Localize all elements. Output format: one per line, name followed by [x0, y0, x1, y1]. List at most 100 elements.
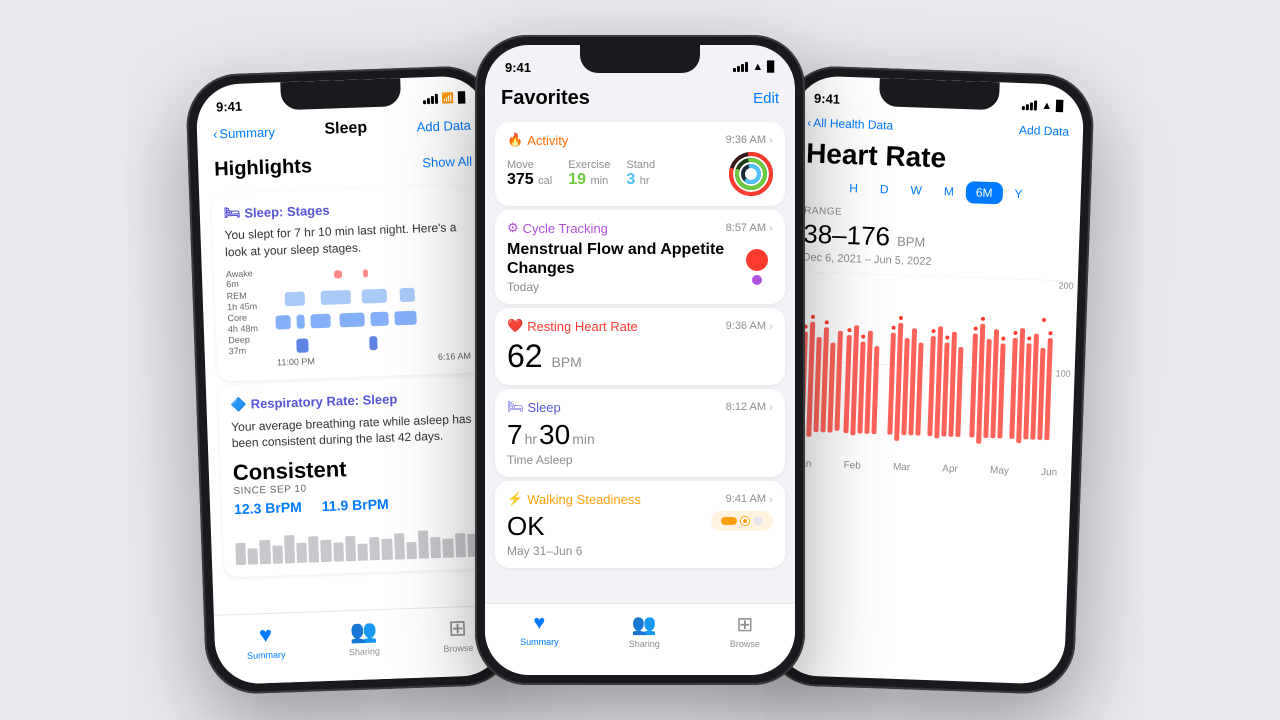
resp-bar	[284, 535, 295, 563]
add-data-button-left[interactable]: Add Data	[416, 117, 471, 134]
resp-bar	[443, 539, 454, 558]
tab-label-browse-left: Browse	[443, 643, 473, 654]
respiratory-chart	[235, 517, 478, 565]
health-scroll: 🔥 Activity 9:36 AM › Move 375 cal	[485, 118, 795, 652]
tab-sharing-center[interactable]: 👥 Sharing	[629, 612, 660, 649]
heart-rate-chart	[796, 271, 1064, 460]
activity-card[interactable]: 🔥 Activity 9:36 AM › Move 375 cal	[495, 122, 785, 206]
status-icons-center: ▲ ▉	[733, 61, 775, 73]
walking-text: OK May 31–Jun 6	[507, 511, 582, 558]
cycle-indicator	[741, 247, 773, 287]
exercise-stat: Exercise 19 min	[568, 159, 610, 189]
resp-bar	[382, 539, 393, 560]
sleep-duration: 7 hr 30 min	[507, 419, 773, 451]
tab-summary-center[interactable]: ♥ Summary	[520, 612, 559, 647]
walking-track-right	[753, 517, 763, 525]
stand-value: 3 hr	[626, 171, 655, 189]
highlights-title: Highlights	[214, 155, 313, 181]
brpm-values: 12.3 BrPM 11.9 BrPM	[234, 493, 476, 517]
cycle-chevron-icon: ›	[769, 221, 773, 235]
walking-card-header: ⚡ Walking Steadiness 9:41 AM ›	[507, 491, 773, 507]
filter-6m[interactable]: 6M	[965, 181, 1002, 204]
tab-browse-left[interactable]: ⊞ Browse	[442, 615, 473, 654]
core-row	[275, 307, 470, 332]
activity-stats: Move 375 cal Exercise 19 min	[507, 152, 773, 196]
tab-bar-left: ♥ Summary 👥 Sharing ⊞ Browse	[214, 605, 506, 685]
walking-slider	[721, 517, 737, 525]
sleep-sub-text: Time Asleep	[507, 453, 773, 467]
core-label: Core4h 48m	[227, 311, 276, 334]
tab-sharing-left[interactable]: 👥 Sharing	[348, 618, 380, 657]
heart-time: 9:36 AM ›	[726, 319, 773, 333]
resp-bar	[235, 543, 246, 565]
status-icons-right: ▲ ▉	[1022, 99, 1064, 112]
walking-date: May 31–Jun 6	[507, 544, 582, 558]
activity-card-header: 🔥 Activity 9:36 AM ›	[507, 132, 773, 148]
exercise-unit: min	[590, 175, 608, 187]
sleep-icon-center: 🛏	[507, 399, 524, 415]
exercise-label: Exercise	[568, 159, 610, 171]
awake-row	[274, 260, 469, 285]
cycle-dot-small	[752, 275, 762, 285]
resp-bar	[248, 549, 259, 565]
health-nav: Favorites Edit	[485, 81, 795, 118]
resp-bar	[333, 542, 344, 562]
tab-summary-left[interactable]: ♥ Summary	[246, 621, 286, 660]
cycle-content: Menstrual Flow and Appetite Changes Toda…	[507, 240, 773, 294]
resp-bar	[430, 537, 441, 559]
move-value: 375 cal	[507, 171, 552, 189]
walking-card[interactable]: ⚡ Walking Steadiness 9:41 AM › OK May 31…	[495, 481, 785, 568]
cycle-card-header: ⚙ Cycle Tracking 8:57 AM ›	[507, 220, 773, 236]
tab-label-summary-left: Summary	[247, 649, 286, 660]
cycle-sub-text: Today	[507, 280, 741, 294]
brpm-value-1: 12.3 BrPM	[234, 499, 302, 517]
cycle-title: ⚙ Cycle Tracking	[507, 220, 608, 236]
sleep-hours: 7	[507, 419, 523, 451]
filter-h[interactable]: H	[839, 177, 868, 200]
notch-right	[879, 78, 1000, 110]
add-data-button-right[interactable]: Add Data	[1019, 123, 1070, 139]
month-jun: Jun	[1041, 467, 1057, 479]
sleep-stage-labels: Awake6m REM1h 45m Core4h 48m Deep37m	[226, 267, 277, 369]
sleep-stages-title: 🛏 Sleep: Stages	[224, 197, 466, 221]
back-button-right[interactable]: ‹ All Health Data	[807, 116, 893, 133]
signal-icon-left	[423, 94, 438, 105]
heart-icon: ❤️	[507, 318, 523, 334]
filter-y[interactable]: Y	[1004, 183, 1033, 206]
month-may: May	[990, 465, 1009, 477]
back-button-left[interactable]: ‹ Summary	[213, 124, 275, 141]
resp-bar	[321, 540, 332, 562]
deep-label: Deep37m	[228, 334, 277, 357]
resp-bar	[418, 531, 429, 559]
phone-center-screen: 9:41 ▲ ▉ Favorites Edit	[485, 45, 795, 675]
bed-icon: 🛏	[224, 205, 241, 222]
tab-browse-center[interactable]: ⊞ Browse	[730, 612, 760, 649]
filter-d[interactable]: D	[870, 178, 899, 201]
sleep-chart-area: 11:00 PM 6:16 AM	[274, 260, 471, 367]
sleep-chevron-icon: ›	[769, 400, 773, 414]
heart-rate-card[interactable]: ❤️ Resting Heart Rate 9:36 AM › 62 BPM	[495, 308, 785, 385]
respiratory-icon: 🔷	[230, 396, 247, 413]
stand-stat: Stand 3 hr	[626, 159, 655, 189]
wifi-icon-left: 📶	[442, 93, 455, 104]
phone-left-screen: 9:41 📶 ▉ ‹ Summary Sleep Add Data	[195, 75, 506, 685]
show-all-button[interactable]: Show All	[422, 154, 472, 171]
filter-w[interactable]: W	[900, 179, 932, 202]
walking-chevron-icon: ›	[769, 492, 773, 506]
walking-value: OK	[507, 511, 582, 542]
resp-bar	[357, 544, 368, 561]
edit-button[interactable]: Edit	[753, 90, 779, 107]
browse-tab-icon: ⊞	[448, 615, 467, 642]
stand-label: Stand	[626, 159, 655, 171]
sleep-card-center[interactable]: 🛏 Sleep 8:12 AM › 7 hr 30 min Time Aslee…	[495, 389, 785, 477]
cycle-tracking-card[interactable]: ⚙ Cycle Tracking 8:57 AM › Menstrual Flo…	[495, 210, 785, 304]
sleep-hr-unit: hr	[525, 431, 537, 447]
status-icons-left: 📶 ▉	[423, 92, 467, 104]
tab-bar-center: ♥ Summary 👥 Sharing ⊞ Browse	[485, 603, 795, 675]
chevron-left-icon-right: ‹	[807, 116, 811, 130]
sleep-card-center-header: 🛏 Sleep 8:12 AM ›	[507, 399, 773, 415]
range-unit: BPM	[897, 234, 926, 250]
filter-m[interactable]: M	[933, 180, 964, 203]
move-label: Move	[507, 159, 552, 171]
resp-bar	[369, 537, 380, 561]
